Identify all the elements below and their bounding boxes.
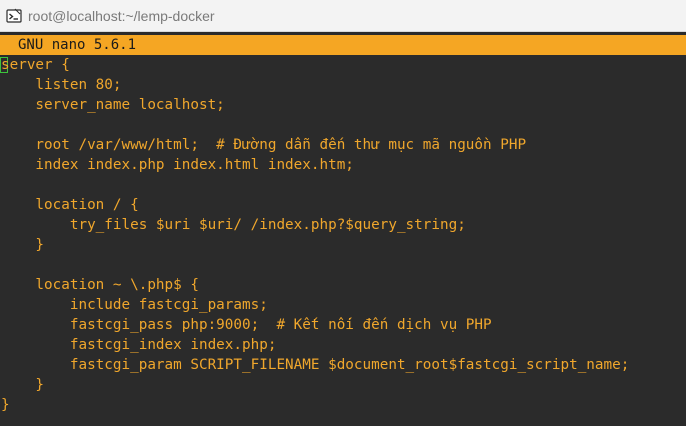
- editor-area[interactable]: server { listen 80; server_name localhos…: [0, 55, 686, 426]
- code-line[interactable]: server_name localhost;: [1, 95, 224, 115]
- code-line[interactable]: try_files $uri $uri/ /index.php?$query_s…: [1, 215, 466, 235]
- code-line[interactable]: }: [1, 395, 10, 415]
- code-line[interactable]: fastcgi_param SCRIPT_FILENAME $document_…: [1, 355, 630, 375]
- code-line[interactable]: location / {: [1, 195, 138, 215]
- code-line[interactable]: fastcgi_index index.php;: [1, 335, 277, 355]
- title-bar[interactable]: root@localhost:~/lemp-docker: [0, 0, 686, 32]
- code-line[interactable]: root /var/www/html; # Đường dẫn đến thư …: [1, 135, 526, 155]
- code-line[interactable]: server {: [1, 55, 70, 75]
- code-line[interactable]: listen 80;: [1, 75, 121, 95]
- nano-header-bar: GNU nano 5.6.1: [0, 35, 686, 55]
- terminal-window: root@localhost:~/lemp-docker GNU nano 5.…: [0, 0, 686, 426]
- nano-version-label: GNU nano 5.6.1: [18, 37, 137, 53]
- code-line[interactable]: fastcgi_pass php:9000; # Kết nối đến dịc…: [1, 315, 492, 335]
- code-line[interactable]: location ~ \.php$ {: [1, 275, 199, 295]
- window-title: root@localhost:~/lemp-docker: [28, 7, 215, 24]
- code-line[interactable]: include fastcgi_params;: [1, 295, 268, 315]
- code-line[interactable]: index index.php index.html index.htm;: [1, 155, 353, 175]
- code-line[interactable]: }: [1, 375, 44, 395]
- terminal-app-icon: [6, 8, 22, 24]
- code-line[interactable]: }: [1, 235, 44, 255]
